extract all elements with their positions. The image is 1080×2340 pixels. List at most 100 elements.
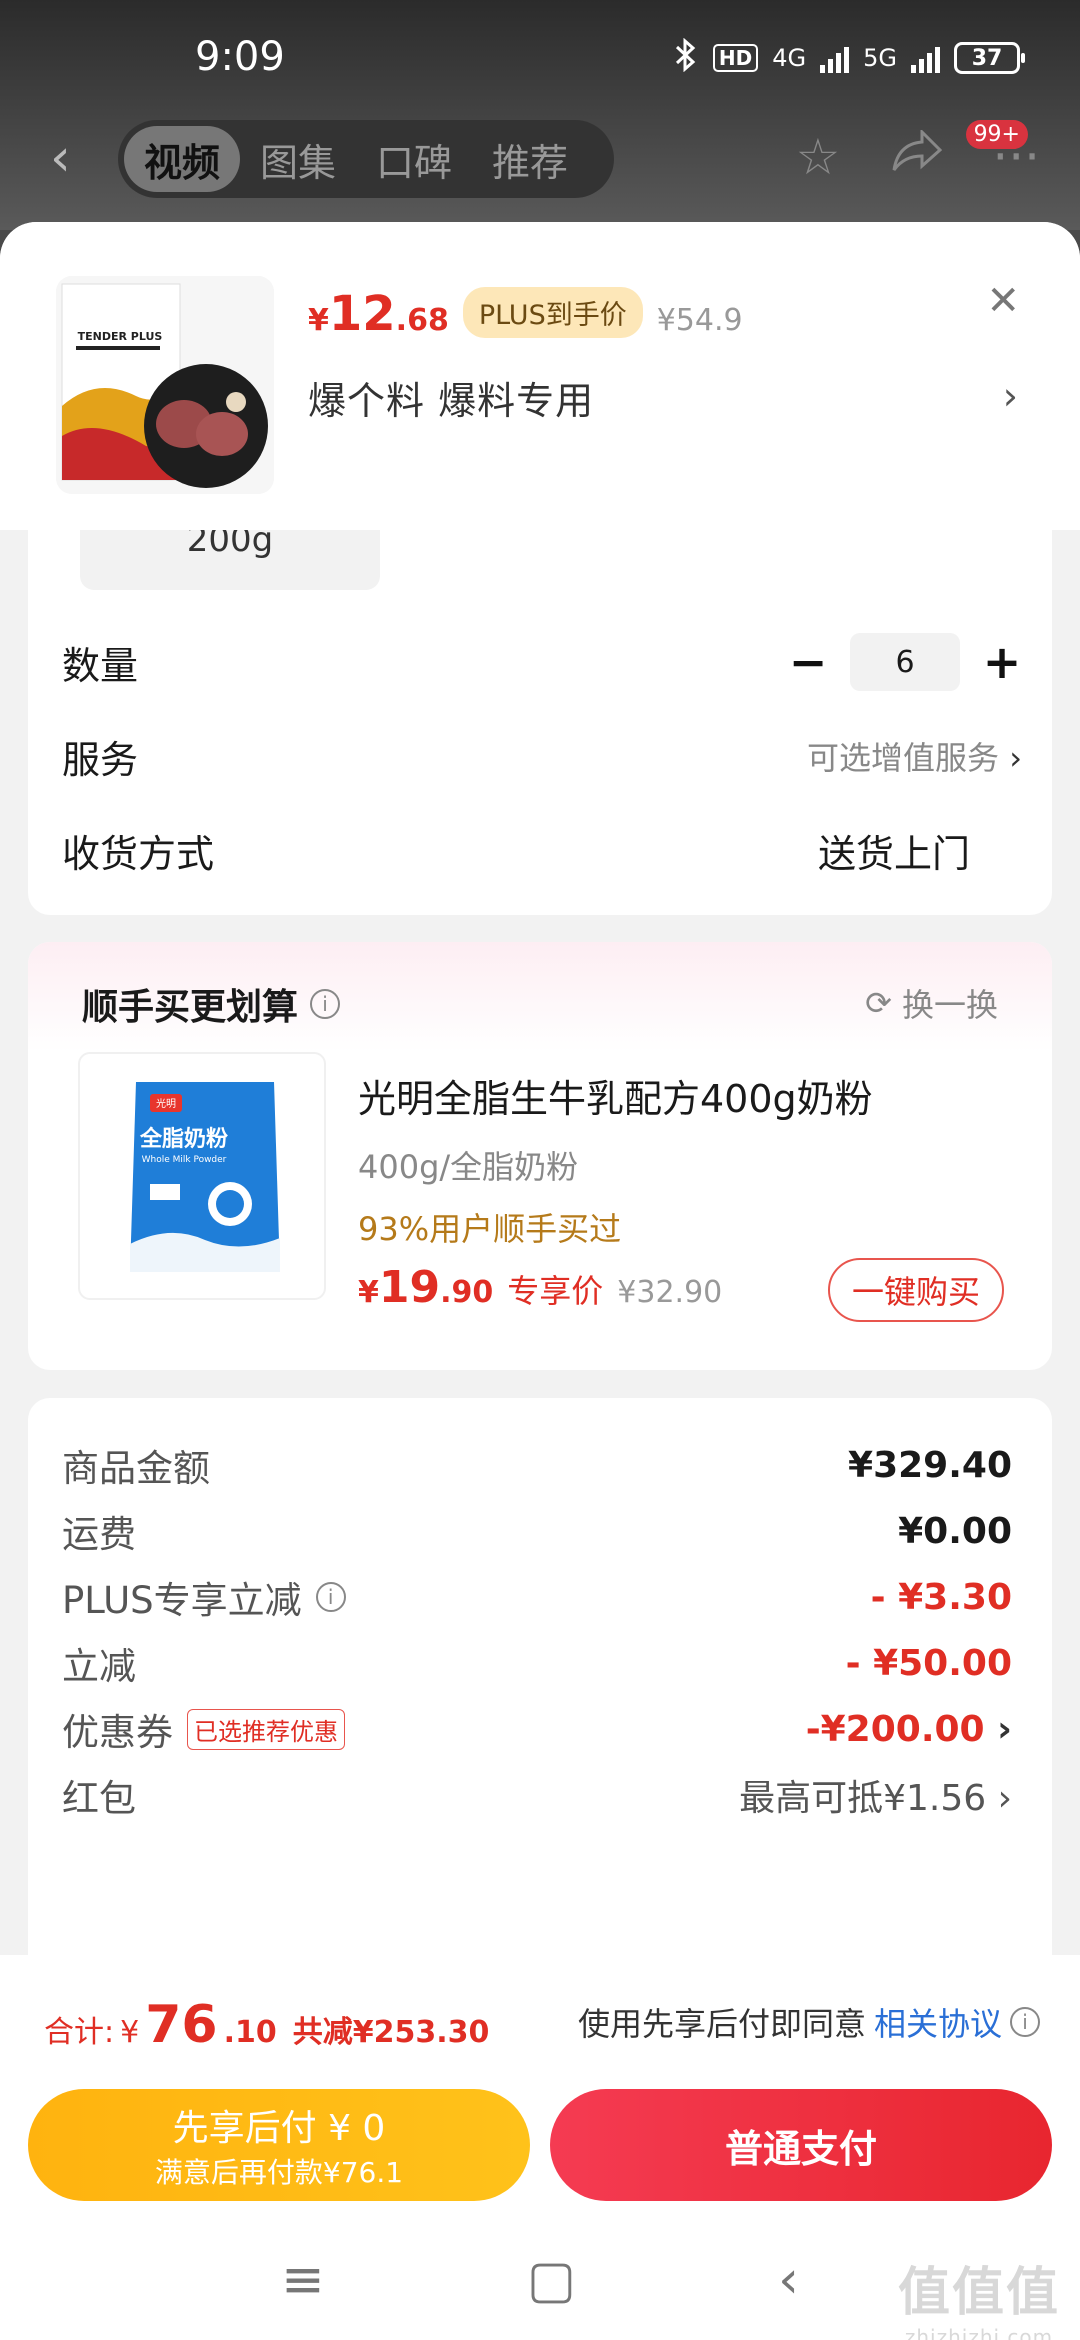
purchase-sheet: TENDER PLUS ¥12.68 PLUS到手价 ¥54.9 ✕ 爆个料 爆… bbox=[0, 222, 1080, 1957]
chevron-right-icon: › bbox=[997, 1708, 1012, 1750]
plus-price-tag: PLUS到手价 bbox=[462, 287, 643, 338]
tab-recommend[interactable]: 推荐 bbox=[472, 126, 588, 192]
service-value: 可选增值服务 › bbox=[807, 739, 1022, 777]
close-icon[interactable]: ✕ bbox=[986, 278, 1020, 324]
chevron-right-icon[interactable]: › bbox=[1003, 374, 1018, 418]
share-icon[interactable] bbox=[890, 128, 943, 186]
signal-icon bbox=[820, 43, 850, 73]
agreement-link[interactable]: 相关协议 bbox=[874, 1999, 1002, 2045]
addon-bought: 93%用户顺手买过 bbox=[358, 1210, 622, 1248]
red-packet-value: 最高可抵¥1.56 › bbox=[739, 1778, 1012, 1819]
decrement-button[interactable]: − bbox=[788, 635, 828, 689]
addon-card: 顺手买更划算 i ⟳ 换一换 光明 全脂奶粉 Whole Milk Powder… bbox=[28, 942, 1052, 1370]
more-icon[interactable]: ··· 99+ bbox=[965, 120, 1040, 186]
total-savings: 共减¥253.30 bbox=[292, 2015, 490, 2050]
selected-spec[interactable]: 爆个料 爆料专用 bbox=[308, 370, 594, 425]
network-5g-label: 5G bbox=[863, 44, 897, 72]
increment-button[interactable]: + bbox=[982, 635, 1022, 689]
shipping-label: 运费 bbox=[62, 1513, 136, 1556]
signal-icon-2 bbox=[911, 43, 940, 73]
addon-name[interactable]: 光明全脂生牛乳配方400g奶粉 bbox=[358, 1068, 873, 1123]
info-icon[interactable]: i bbox=[310, 989, 341, 1019]
instant-discount-row: 立减 - ¥50.00 bbox=[62, 1636, 1012, 1690]
coupon-label: 优惠券 已选推荐优惠 bbox=[62, 1702, 345, 1756]
quantity-row: 数量 − 6 + bbox=[62, 632, 1022, 692]
product-nav: ‹ 视频 图集 口碑 推荐 ☆ ··· 99+ bbox=[0, 118, 1080, 198]
instant-discount-label: 立减 bbox=[62, 1645, 136, 1688]
addon-thumbnail[interactable]: 光明 全脂奶粉 Whole Milk Powder bbox=[78, 1052, 326, 1300]
product-price-row: ¥12.68 PLUS到手价 ¥54.9 bbox=[308, 286, 743, 344]
info-icon[interactable]: i bbox=[1010, 2007, 1040, 2037]
coupon-row[interactable]: 优惠券 已选推荐优惠 -¥200.00 › bbox=[62, 1702, 1012, 1756]
delivery-label: 收货方式 bbox=[62, 831, 215, 876]
content-tabs: 视频 图集 口碑 推荐 bbox=[118, 120, 614, 198]
one-click-buy-button[interactable]: 一键购买 bbox=[828, 1258, 1004, 1322]
plus-discount-value: - ¥3.30 bbox=[870, 1576, 1012, 1618]
star-icon[interactable]: ☆ bbox=[795, 128, 840, 186]
plus-discount-label: PLUS专享立减 i bbox=[62, 1570, 346, 1624]
info-icon[interactable]: i bbox=[315, 1582, 346, 1612]
coupon-tag: 已选推荐优惠 bbox=[187, 1708, 345, 1750]
quantity-value[interactable]: 6 bbox=[850, 633, 960, 691]
addon-spec: 400g/全脂奶粉 bbox=[358, 1148, 579, 1186]
normal-pay-button[interactable]: 普通支付 bbox=[550, 2089, 1052, 2201]
spec-option-chip[interactable]: 200g bbox=[80, 520, 380, 590]
delivery-value: 送货上门 bbox=[817, 831, 970, 876]
svg-text:全脂奶粉: 全脂奶粉 bbox=[139, 1126, 228, 1152]
tab-video[interactable]: 视频 bbox=[124, 126, 241, 192]
product-price: ¥12.68 bbox=[308, 286, 449, 342]
bluetooth-icon bbox=[673, 37, 699, 78]
original-price: ¥54.9 bbox=[656, 303, 743, 338]
addon-original-price: ¥32.90 bbox=[617, 1275, 723, 1310]
svg-text:TENDER PLUS: TENDER PLUS bbox=[78, 330, 163, 343]
back-icon[interactable]: ‹ bbox=[50, 128, 71, 188]
service-row[interactable]: 服务 可选增值服务 › bbox=[62, 726, 1022, 786]
product-header: TENDER PLUS ¥12.68 PLUS到手价 ¥54.9 ✕ 爆个料 爆… bbox=[0, 222, 1080, 530]
menu-icon[interactable]: ≡ bbox=[281, 2250, 325, 2310]
tab-reviews[interactable]: 口碑 bbox=[356, 126, 472, 192]
goods-amount-row: 商品金额 ¥329.40 bbox=[62, 1438, 1012, 1492]
swap-button[interactable]: ⟳ 换一换 bbox=[865, 980, 998, 1026]
addon-title: 顺手买更划算 i bbox=[82, 978, 341, 1030]
coupon-value: -¥200.00 › bbox=[805, 1708, 1012, 1750]
network-4g-label: 4G bbox=[772, 44, 807, 72]
back-nav-icon[interactable]: ‹ bbox=[778, 2250, 799, 2310]
pay-later-button[interactable]: 先享后付 ¥ 0 满意后再付款¥76.1 bbox=[28, 2089, 530, 2201]
nav-actions: ☆ ··· 99+ bbox=[795, 120, 1040, 186]
addon-price-row: ¥19.90 专享价 ¥32.90 bbox=[358, 1262, 722, 1313]
product-thumbnail: TENDER PLUS bbox=[56, 276, 274, 494]
site-watermark: 值值值 zhizhizhi.com bbox=[897, 2263, 1060, 2340]
red-packet-row[interactable]: 红包 最高可抵¥1.56 › bbox=[62, 1768, 1012, 1822]
service-label: 服务 bbox=[62, 737, 139, 782]
red-packet-label: 红包 bbox=[62, 1777, 136, 1820]
shipping-row: 运费 ¥0.00 bbox=[62, 1504, 1012, 1558]
agreement-text: 使用先享后付即同意 相关协议 i bbox=[578, 1999, 1040, 2045]
shipping-value: ¥0.00 bbox=[898, 1510, 1012, 1552]
message-badge: 99+ bbox=[965, 120, 1028, 149]
svg-text:Whole Milk Powder: Whole Milk Powder bbox=[142, 1155, 227, 1165]
status-bar: 9:09 HD 4G 5G 37 bbox=[0, 30, 1080, 90]
delivery-row: 收货方式 送货上门 bbox=[62, 820, 1022, 880]
goods-amount-label: 商品金额 bbox=[62, 1447, 210, 1490]
plus-discount-row: PLUS专享立减 i - ¥3.30 bbox=[62, 1570, 1012, 1624]
home-icon[interactable]: ▢ bbox=[527, 2250, 576, 2310]
chevron-right-icon: › bbox=[1009, 739, 1022, 777]
status-icons: HD 4G 5G 37 bbox=[673, 37, 1025, 78]
svg-text:光明: 光明 bbox=[156, 1097, 176, 1110]
hd-voice-icon: HD bbox=[712, 44, 759, 72]
exclusive-price-label: 专享价 bbox=[507, 1272, 604, 1310]
chevron-right-icon: › bbox=[997, 1778, 1012, 1819]
quantity-stepper: − 6 + bbox=[788, 633, 1022, 691]
refresh-icon: ⟳ bbox=[865, 984, 892, 1022]
quantity-label: 数量 bbox=[62, 643, 139, 688]
options-card: 200g 数量 − 6 + 服务 可选增值服务 › 收货方式 送货上门 bbox=[28, 520, 1052, 915]
instant-discount-value: - ¥50.00 bbox=[845, 1642, 1012, 1684]
addon-price: ¥19.90 bbox=[358, 1262, 494, 1313]
background-page: 9:09 HD 4G 5G 37 ‹ 视频 图集 口碑 推荐 ☆ ··· 99+ bbox=[0, 0, 1080, 230]
goods-amount-value: ¥329.40 bbox=[848, 1444, 1012, 1486]
fee-breakdown-card: 商品金额 ¥329.40 运费 ¥0.00 PLUS专享立减 i - ¥3.30 … bbox=[28, 1398, 1052, 1957]
battery-icon: 37 bbox=[954, 42, 1025, 74]
tab-gallery[interactable]: 图集 bbox=[240, 126, 356, 192]
clock: 9:09 bbox=[195, 34, 285, 80]
total-amount: 合计: ¥76.10 共减¥253.30 bbox=[44, 1995, 490, 2055]
